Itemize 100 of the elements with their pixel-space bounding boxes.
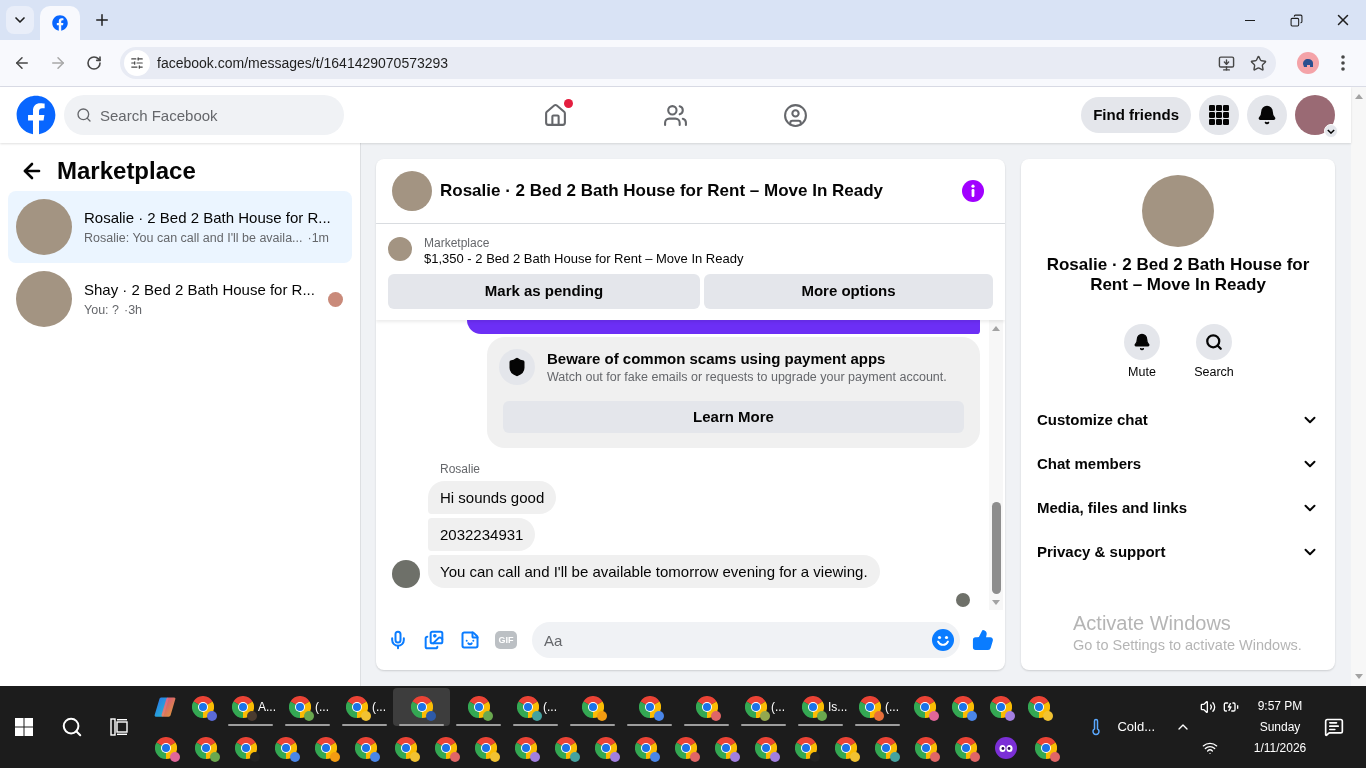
taskbar-app-button[interactable] — [393, 688, 450, 726]
learn-more-button[interactable]: Learn More — [503, 401, 964, 433]
minimize-icon — [1245, 19, 1255, 21]
search-field[interactable]: Search Facebook — [64, 95, 344, 135]
browser-icon — [595, 737, 617, 759]
emoji-button[interactable] — [932, 629, 954, 651]
clock[interactable]: 9:57 PM Sunday 1/11/2026 — [1244, 686, 1316, 768]
section-row[interactable]: Media, files and links — [1021, 486, 1335, 530]
info-button[interactable] — [962, 180, 984, 202]
section-row[interactable]: Privacy & support — [1021, 530, 1335, 574]
photo-placeholder — [388, 237, 412, 261]
tab-list-button[interactable] — [6, 6, 34, 34]
browser-icon — [475, 737, 497, 759]
clock-date: 1/11/2026 — [1253, 739, 1307, 757]
browser-tab[interactable] — [40, 6, 80, 40]
browser-icon — [795, 737, 817, 759]
message-time: ·3h — [124, 302, 143, 318]
conversation-title: Shay · 2 Bed 2 Bath House for R... — [84, 280, 316, 300]
clock-time: 9:57 PM — [1257, 697, 1303, 715]
browser-icon — [435, 737, 457, 759]
colorful-logo-icon — [154, 696, 176, 718]
browser-icon — [275, 737, 297, 759]
browser-icon — [515, 737, 537, 759]
person-circle-icon — [783, 102, 808, 128]
taskbar-app-button[interactable]: (... — [336, 688, 393, 726]
listing-action-button[interactable]: Mark as pending — [388, 274, 700, 309]
browser-icon — [1035, 737, 1057, 759]
browser-icon — [467, 696, 490, 718]
taskbar-app-button[interactable]: Is... — [792, 688, 849, 726]
round-action-button[interactable] — [1196, 324, 1232, 360]
taskbar-app-button[interactable]: (... — [507, 688, 564, 726]
home-icon — [543, 102, 568, 128]
message-icon — [1324, 717, 1344, 737]
logo-icon — [52, 15, 68, 31]
find-friends-button[interactable]: Find friends — [1081, 97, 1191, 133]
bell-icon — [1133, 333, 1151, 351]
photo-placeholder — [16, 271, 72, 327]
conversation-name: Rosalie · 2 Bed 2 Bath House for Rent – Move In Ready — [1045, 255, 1311, 295]
browser-icon — [555, 737, 577, 759]
url-text: facebook.com/messages/t/1641429070573293 — [157, 53, 449, 73]
account-button[interactable] — [1295, 95, 1335, 135]
activation-message: Go to Settings to activate Windows. — [1073, 636, 1303, 655]
browser-icon — [755, 737, 777, 759]
message-input[interactable]: Aa — [532, 622, 960, 658]
logo-icon[interactable] — [16, 95, 56, 135]
notifications-button[interactable] — [1247, 95, 1287, 135]
taskbar-app-button[interactable]: (... — [735, 688, 792, 726]
listing-action-button[interactable]: More options — [704, 274, 993, 309]
browser-icon — [875, 737, 897, 759]
monitor-download-icon — [1217, 54, 1235, 72]
forward-arrow-icon — [49, 54, 67, 72]
action-label: Mute — [1128, 365, 1156, 379]
speaker-icon[interactable] — [1200, 698, 1216, 715]
browser-icon — [235, 737, 257, 759]
section-row[interactable]: Customize chat — [1021, 398, 1335, 442]
star-icon — [1249, 54, 1267, 72]
message-preview: You: ? — [84, 302, 119, 318]
search-icon — [1205, 333, 1223, 351]
browser-icon — [395, 737, 417, 759]
browser-icon — [346, 696, 368, 718]
listing-source: Marketplace — [424, 236, 491, 250]
browser-icon — [695, 696, 718, 718]
browser-icon — [195, 737, 217, 759]
section-row[interactable]: Chat members — [1021, 442, 1335, 486]
info-icon — [962, 180, 984, 202]
browser-icon — [192, 696, 214, 718]
photos-icon — [424, 630, 444, 650]
browser-icon — [955, 737, 977, 759]
notifications-button[interactable] — [1322, 717, 1346, 737]
taskbar-app-button[interactable]: (... — [279, 688, 336, 726]
reload-icon — [86, 55, 102, 71]
search-icon — [60, 716, 83, 738]
chat-title: Rosalie · 2 Bed 2 Bath House for Rent – Move In Ready — [440, 180, 885, 203]
menu-button[interactable] — [1199, 95, 1239, 135]
taskbar-app-button[interactable]: (... — [849, 688, 906, 726]
plus-icon — [93, 11, 111, 29]
weather-button[interactable]: Cold... — [1083, 709, 1159, 745]
browser-icon — [914, 696, 936, 718]
address-bar[interactable]: facebook.com/messages/t/1641429070573293 — [120, 47, 1276, 79]
taskbar-app-button[interactable]: A... — [222, 688, 279, 726]
more-vertical-icon — [1341, 55, 1345, 71]
browser-icon — [638, 696, 661, 718]
shield-icon — [499, 349, 535, 385]
browser-icon — [517, 696, 539, 718]
browser-icon — [802, 696, 824, 718]
browser-icon — [952, 696, 974, 718]
conversation-item[interactable]: Rosalie · 2 Bed 2 Bath House for R... Rosalie: You can call and I'll be availa... ·1m — [8, 191, 352, 263]
site-info-button[interactable] — [124, 50, 150, 76]
scrollbar-thumb[interactable] — [991, 502, 1001, 594]
browser-icon — [232, 696, 254, 718]
browser-icon — [410, 696, 433, 718]
bell-icon — [1257, 105, 1277, 125]
sender-name: Rosalie — [440, 463, 482, 476]
round-action-button[interactable] — [1124, 324, 1160, 360]
browser-icon — [859, 696, 881, 718]
windows-logo-icon — [15, 718, 33, 736]
listing-summary: $1,350 - 2 Bed 2 Bath House for Rent – Move In Ready — [424, 250, 744, 268]
clock-day: Sunday — [1259, 716, 1301, 738]
people-icon — [663, 102, 688, 128]
browser-icon — [315, 737, 337, 759]
